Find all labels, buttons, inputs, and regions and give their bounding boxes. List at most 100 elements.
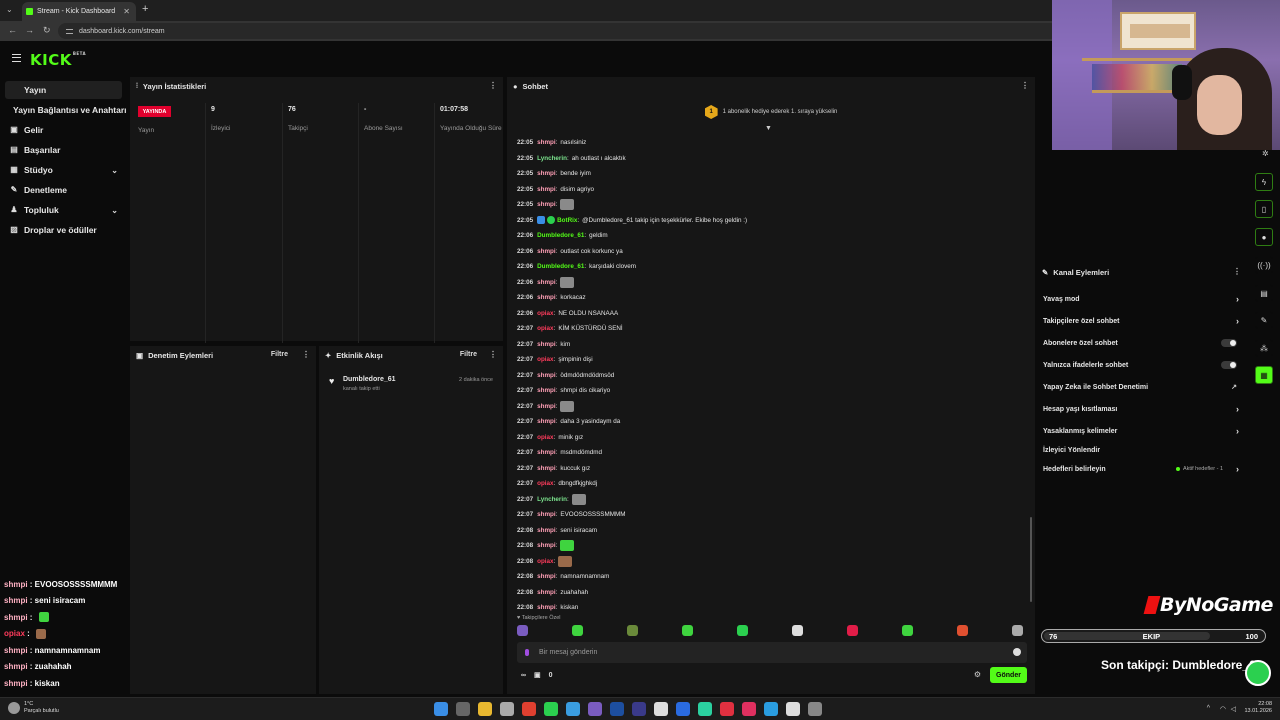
filter-button[interactable]: Filtre <box>271 351 288 358</box>
taskbar-app-icon[interactable] <box>588 702 602 716</box>
sidebar-item-droplar[interactable]: ▨ Droplar ve ödüller <box>5 221 122 239</box>
infinity-icon[interactable]: ∞ <box>521 672 526 679</box>
menu-icon[interactable] <box>12 54 21 62</box>
message-username[interactable]: shmpi <box>537 573 556 580</box>
sidebar-item-studyo[interactable]: ▦ Stüdyo ⌄ <box>5 161 122 179</box>
emote-icon[interactable] <box>847 625 858 636</box>
message-username[interactable]: BotRix <box>557 217 577 224</box>
taskbar-app-icon[interactable] <box>566 702 580 716</box>
message-username[interactable]: shmpi <box>537 279 556 286</box>
channel-action-item[interactable]: Yavaş mod › <box>1043 291 1239 307</box>
sidebar-item-basarilar[interactable]: ▤ Başarılar <box>5 141 122 159</box>
emote-icon[interactable] <box>572 625 583 636</box>
message-username[interactable]: opiax <box>537 325 553 332</box>
message-username[interactable]: shmpi <box>537 201 556 208</box>
channel-action-item[interactable]: İzleyici Yönlendir <box>1043 442 1239 458</box>
tray-chevron-icon[interactable]: ^ <box>1207 705 1210 712</box>
channel-action-item[interactable]: Takipçilere özel sohbet › <box>1043 313 1239 329</box>
mic-icon[interactable] <box>525 649 529 656</box>
tab-list-chevron-icon[interactable]: ⌄ <box>6 5 13 14</box>
sidebar-item-topluluk[interactable]: ♟ Topluluk ⌄ <box>5 201 122 219</box>
toggle-switch[interactable] <box>1221 361 1237 369</box>
taskbar-app-icon[interactable] <box>720 702 734 716</box>
message-username[interactable]: shmpi <box>537 465 556 472</box>
pin-icon[interactable]: ▼ <box>765 125 772 132</box>
channel-action-item[interactable]: Hesap yaşı kısıtlaması › <box>1043 401 1239 417</box>
forward-icon[interactable]: → <box>25 25 34 35</box>
more-options-icon[interactable]: ⋮ <box>1233 267 1241 276</box>
message-username[interactable]: shmpi <box>537 372 556 379</box>
activity-user[interactable]: Dumbledore_61 <box>343 376 396 383</box>
taskbar-app-icon[interactable] <box>786 702 800 716</box>
channel-action-item[interactable]: Yalnızca ifadelerle sohbet <box>1043 357 1239 373</box>
message-username[interactable]: Lyncherin <box>537 155 567 162</box>
filter-button[interactable]: Filtre <box>460 351 477 358</box>
emote-icon[interactable] <box>627 625 638 636</box>
taskbar-app-icon[interactable] <box>676 702 690 716</box>
message-username[interactable]: shmpi <box>537 139 556 146</box>
sub-gift-banner[interactable]: 1 1 abonelik hediye ederek 1. sıraya yük… <box>507 105 1035 119</box>
message-username[interactable]: Dumbledore_61 <box>537 232 584 239</box>
channel-action-item[interactable]: Yasaklanmış kelimeler › <box>1043 423 1239 439</box>
sidebar-item-stream-key[interactable]: Yayın Bağlantısı ve Anahtarı <box>13 101 130 119</box>
taskbar-app-icon[interactable] <box>610 702 624 716</box>
message-username[interactable]: shmpi <box>537 170 556 177</box>
emote-icon[interactable] <box>517 625 528 636</box>
message-username[interactable]: shmpi <box>537 589 556 596</box>
message-username[interactable]: opiax <box>537 558 553 565</box>
reload-icon[interactable]: ↻ <box>43 25 51 36</box>
emote-icon[interactable] <box>737 625 748 636</box>
emoji-icon[interactable] <box>1013 648 1021 656</box>
message-username[interactable]: shmpi <box>537 248 556 255</box>
message-username[interactable]: shmpi <box>537 387 556 394</box>
message-username[interactable]: shmpi <box>537 341 556 348</box>
chat-message-input[interactable]: Bir mesaj gönderin <box>517 642 1027 663</box>
message-username[interactable]: shmpi <box>537 403 556 410</box>
send-button[interactable]: Gönder <box>990 667 1027 683</box>
points-icon[interactable]: ▣ <box>534 671 541 679</box>
channel-action-item[interactable]: Abonelere özel sohbet <box>1043 335 1239 351</box>
message-username[interactable]: shmpi <box>537 527 556 534</box>
more-options-icon[interactable]: ⋮ <box>1021 81 1029 90</box>
message-username[interactable]: shmpi <box>537 449 556 456</box>
taskbar-app-icon[interactable] <box>434 702 448 716</box>
taskbar-app-icon[interactable] <box>544 702 558 716</box>
sidebar-item-yayin[interactable]: Yayın <box>5 81 122 99</box>
message-username[interactable]: shmpi <box>537 604 556 611</box>
taskbar-app-icon[interactable] <box>764 702 778 716</box>
gear-icon[interactable]: ⚙ <box>974 670 981 679</box>
lightning-icon[interactable]: ϟ <box>1255 173 1273 191</box>
taskbar-app-icon[interactable] <box>632 702 646 716</box>
taskbar-app-icon[interactable] <box>500 702 514 716</box>
taskbar-app-icon[interactable] <box>808 702 822 716</box>
clock[interactable]: 22:08 13.01.2026 <box>1244 701 1272 715</box>
weather-widget[interactable]: 1°C Parçalı bulutlu <box>8 701 59 715</box>
new-tab-icon[interactable]: + <box>142 3 148 15</box>
emote-icon[interactable] <box>792 625 803 636</box>
back-icon[interactable]: ← <box>8 25 17 35</box>
message-username[interactable]: shmpi <box>537 418 556 425</box>
more-options-icon[interactable]: ⋮ <box>489 81 497 90</box>
wrench-icon[interactable]: ✎ <box>1255 311 1273 329</box>
taskbar-app-icon[interactable] <box>742 702 756 716</box>
toggle-switch[interactable] <box>1221 339 1237 347</box>
emote-icon[interactable] <box>682 625 693 636</box>
extension-icon[interactable]: ▦ <box>1255 366 1273 384</box>
emote-icon[interactable] <box>1012 625 1023 636</box>
more-options-icon[interactable]: ⋮ <box>302 350 310 359</box>
settings-icon[interactable]: ✲ <box>1262 149 1269 158</box>
sidebar-item-gelir[interactable]: ▣ Gelir <box>5 121 122 139</box>
message-username[interactable]: shmpi <box>537 294 556 301</box>
taskbar-app-icon[interactable] <box>698 702 712 716</box>
message-username[interactable]: opiax <box>537 434 553 441</box>
url-input[interactable]: dashboard.kick.com/stream <box>58 23 1058 39</box>
browser-tab[interactable]: Stream - Kick Dashboard ✕ <box>22 2 136 21</box>
taskbar-app-icon[interactable] <box>456 702 470 716</box>
taskbar-app-icon[interactable] <box>654 702 668 716</box>
message-username[interactable]: Dumbledore_61 <box>537 263 584 270</box>
message-username[interactable]: shmpi <box>537 186 556 193</box>
chat-scrollbar[interactable] <box>1030 517 1032 602</box>
channel-action-item[interactable]: Yapay Zeka ile Sohbet Denetimi ↗ <box>1043 379 1239 395</box>
emote-icon[interactable] <box>902 625 913 636</box>
kick-logo[interactable]: KICKBETA <box>30 51 86 69</box>
